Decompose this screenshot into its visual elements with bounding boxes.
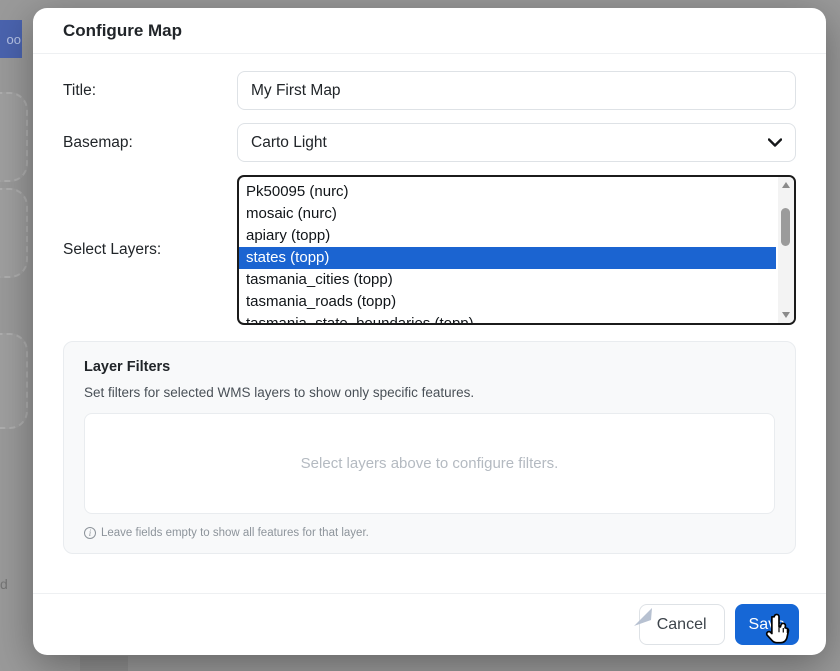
basemap-row: Basemap: Carto Light: [63, 123, 796, 162]
ghost-arrow-icon: [630, 604, 654, 635]
filters-note-text: Leave fields empty to show all features …: [101, 527, 369, 539]
layers-row: Select Layers: Pk50095 (nurc)mosaic (nur…: [63, 175, 796, 325]
dialog-footer: Cancel Save: [33, 593, 826, 655]
title-input[interactable]: [237, 71, 796, 110]
chevron-down-icon: [768, 134, 782, 152]
filters-note: i Leave fields empty to show all feature…: [84, 527, 775, 539]
layers-multiselect[interactable]: Pk50095 (nurc)mosaic (nurc)apiary (topp)…: [237, 175, 796, 325]
layers-scrollbar[interactable]: [778, 177, 794, 323]
layer-filters-panel: Layer Filters Set filters for selected W…: [63, 341, 796, 554]
dialog-header: Configure Map: [33, 8, 826, 54]
basemap-select[interactable]: Carto Light: [237, 123, 796, 162]
info-icon: i: [84, 527, 96, 539]
background-card: [0, 188, 28, 278]
title-label: Title:: [63, 82, 237, 100]
layer-filters-description: Set filters for selected WMS layers to s…: [84, 385, 775, 400]
layer-option[interactable]: tasmania_roads (topp): [239, 291, 776, 313]
filters-empty-state: Select layers above to configure filters…: [84, 413, 775, 514]
layer-filters-heading: Layer Filters: [84, 359, 775, 375]
background-card: [0, 92, 28, 182]
title-row: Title:: [63, 71, 796, 110]
layer-option[interactable]: apiary (topp): [239, 225, 776, 247]
dialog-body: Title: Basemap: Carto Light Select Layer…: [33, 54, 826, 554]
layers-option-list: Pk50095 (nurc)mosaic (nurc)apiary (topp)…: [239, 177, 776, 325]
scroll-up-icon[interactable]: [782, 182, 790, 188]
screen: oo d Configure Map Title: Basemap: Carto…: [0, 0, 840, 671]
hand-cursor-icon: [760, 612, 798, 657]
background-text-fragment: d: [0, 576, 8, 592]
basemap-label: Basemap:: [63, 134, 237, 152]
background-button-text: oo: [7, 32, 21, 47]
scroll-down-icon[interactable]: [782, 312, 790, 318]
basemap-selected-value: Carto Light: [251, 134, 327, 152]
configure-map-dialog: Configure Map Title: Basemap: Carto Ligh…: [33, 8, 826, 655]
background-card: [0, 333, 28, 429]
layer-option[interactable]: Pk50095 (nurc): [239, 181, 776, 203]
scrollbar-thumb[interactable]: [781, 208, 790, 246]
dialog-title: Configure Map: [63, 21, 182, 41]
background-block-fragment: [80, 656, 128, 671]
layers-label: Select Layers:: [63, 241, 237, 259]
layer-option[interactable]: tasmania_cities (topp): [239, 269, 776, 291]
layer-option[interactable]: tasmania_state_boundaries (topp): [239, 313, 776, 325]
background-button-fragment: oo: [0, 20, 22, 58]
layer-option[interactable]: states (topp): [239, 247, 776, 269]
layer-option[interactable]: mosaic (nurc): [239, 203, 776, 225]
filters-empty-text: Select layers above to configure filters…: [301, 455, 559, 472]
